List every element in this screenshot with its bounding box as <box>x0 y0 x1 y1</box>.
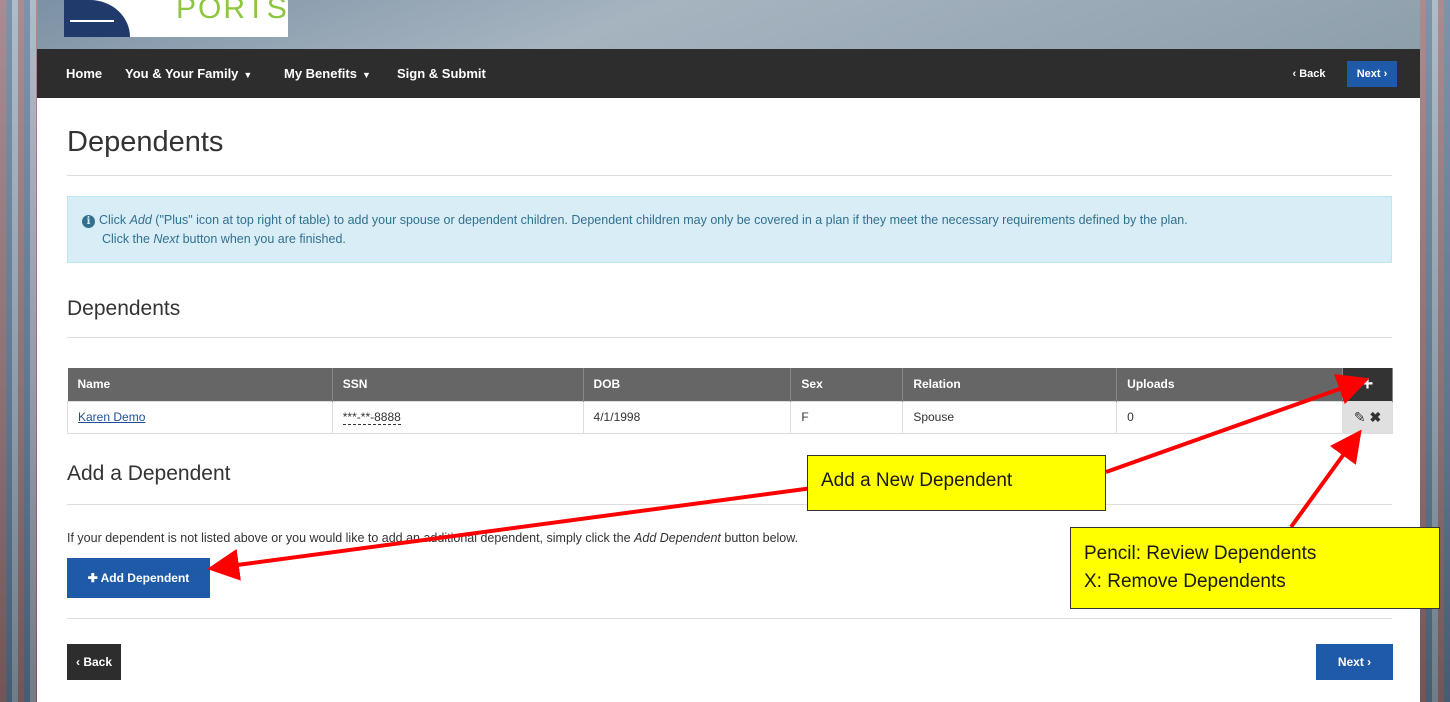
info-text: button when you are finished. <box>179 232 346 246</box>
info-text-emphasis: Next <box>153 232 180 246</box>
add-plus-icon[interactable]: + <box>1342 368 1394 401</box>
cell-name: Karen Demo <box>67 400 333 434</box>
column-header-dob: DOB <box>583 368 792 401</box>
add-dependent-instructions: If your dependent is not listed above or… <box>67 531 798 545</box>
instructions-text: button below. <box>720 531 799 545</box>
top-navbar: Home You & Your Family ▼ My Benefits ▼ Sig… <box>37 49 1420 98</box>
column-header-ssn: SSN <box>332 368 584 401</box>
divider <box>67 504 1392 505</box>
info-alert: i Click Add ("Plus" icon at top right of … <box>67 196 1392 263</box>
logo: PORTS <box>64 0 288 37</box>
ssn-masked[interactable]: ***-**-8888 <box>342 410 401 425</box>
callout-pencil-x: Pencil: Review Dependents X: Remove Depe… <box>1070 527 1440 609</box>
info-text: Click the <box>102 232 154 246</box>
plus-icon: ✚ <box>87 571 101 585</box>
pencil-icon[interactable]: ✎ <box>1354 409 1366 425</box>
nav-back-button[interactable]: ‹ Back <box>1284 61 1334 87</box>
cell-relation: Spouse <box>902 400 1118 434</box>
nav-you-and-your-family[interactable]: You & Your Family ▼ <box>125 66 252 81</box>
table-header-row: Name SSN DOB Sex Relation Uploads + <box>67 368 1394 401</box>
next-label: Next <box>1337 655 1364 669</box>
info-text: Click <box>99 213 130 227</box>
chevron-right-icon: › <box>1380 68 1388 80</box>
nav-sign-and-submit[interactable]: Sign & Submit <box>397 66 486 81</box>
add-dependent-button[interactable]: ✚ Add Dependent <box>67 558 210 598</box>
instructions-text: If your dependent is not listed above or… <box>67 531 635 545</box>
background-left <box>0 0 38 702</box>
nav-back-label: Back <box>1299 68 1326 80</box>
page-title: Dependents <box>67 126 224 158</box>
cell-sex: F <box>790 400 904 434</box>
logo-shape <box>64 0 130 37</box>
dependent-name-link[interactable]: Karen Demo <box>78 410 145 424</box>
nav-my-benefits-label: My Benefits <box>284 66 357 81</box>
dependents-section-title: Dependents <box>67 297 181 320</box>
divider <box>67 618 1392 619</box>
cell-actions: ✎ ✖ <box>1341 400 1394 434</box>
main-panel: Dependents i Click Add ("Plus" icon at to… <box>37 98 1420 702</box>
cell-uploads: 0 <box>1116 400 1343 434</box>
logo-text: PORTS <box>176 0 289 25</box>
nav-you-and-your-family-label: You & Your Family <box>125 66 239 81</box>
column-header-name: Name <box>67 368 333 401</box>
nav-next-button[interactable]: Next › <box>1347 61 1397 87</box>
divider <box>67 175 1392 176</box>
dependents-table: Name SSN DOB Sex Relation Uploads + Kare… <box>67 368 1394 434</box>
chevron-right-icon: › <box>1363 655 1372 669</box>
nav-next-label: Next <box>1356 68 1381 80</box>
cell-ssn: ***-**-8888 <box>331 400 584 434</box>
callout-add-new-dependent: Add a New Dependent <box>807 455 1106 511</box>
caret-down-icon: ▼ <box>243 70 253 80</box>
info-icon: i <box>82 215 95 228</box>
add-dependent-section-title: Add a Dependent <box>67 462 231 485</box>
back-button[interactable]: ‹ Back <box>67 644 121 680</box>
nav-home[interactable]: Home <box>66 66 102 81</box>
callout-text: Add a New Dependent <box>821 470 1013 491</box>
info-text-emphasis: Add <box>129 213 152 227</box>
divider <box>67 337 1392 338</box>
callout-text: Pencil: Review Dependents <box>1084 543 1317 564</box>
column-header-uploads: Uploads <box>1116 368 1343 401</box>
next-button[interactable]: Next › <box>1316 644 1393 680</box>
cell-dob: 4/1/1998 <box>582 400 792 434</box>
table-row: Karen Demo ***-**-8888 4/1/1998 F Spouse… <box>67 400 1394 434</box>
caret-down-icon: ▼ <box>361 70 371 80</box>
column-header-relation: Relation <box>902 368 1118 401</box>
info-line-1: i Click Add ("Plus" icon at top right of … <box>82 211 1373 230</box>
close-icon[interactable]: ✖ <box>1369 409 1381 425</box>
info-line-2: Click the Next button when you are finis… <box>82 230 1373 249</box>
add-dependent-label: Add Dependent <box>100 571 190 585</box>
info-text: ("Plus" icon at top right of table) to a… <box>151 213 1188 227</box>
back-label: Back <box>83 655 113 669</box>
column-header-sex: Sex <box>790 368 904 401</box>
nav-my-benefits[interactable]: My Benefits ▼ <box>284 66 371 81</box>
callout-text: X: Remove Dependents <box>1084 571 1286 592</box>
instructions-text-emphasis: Add Dependent <box>634 531 721 545</box>
